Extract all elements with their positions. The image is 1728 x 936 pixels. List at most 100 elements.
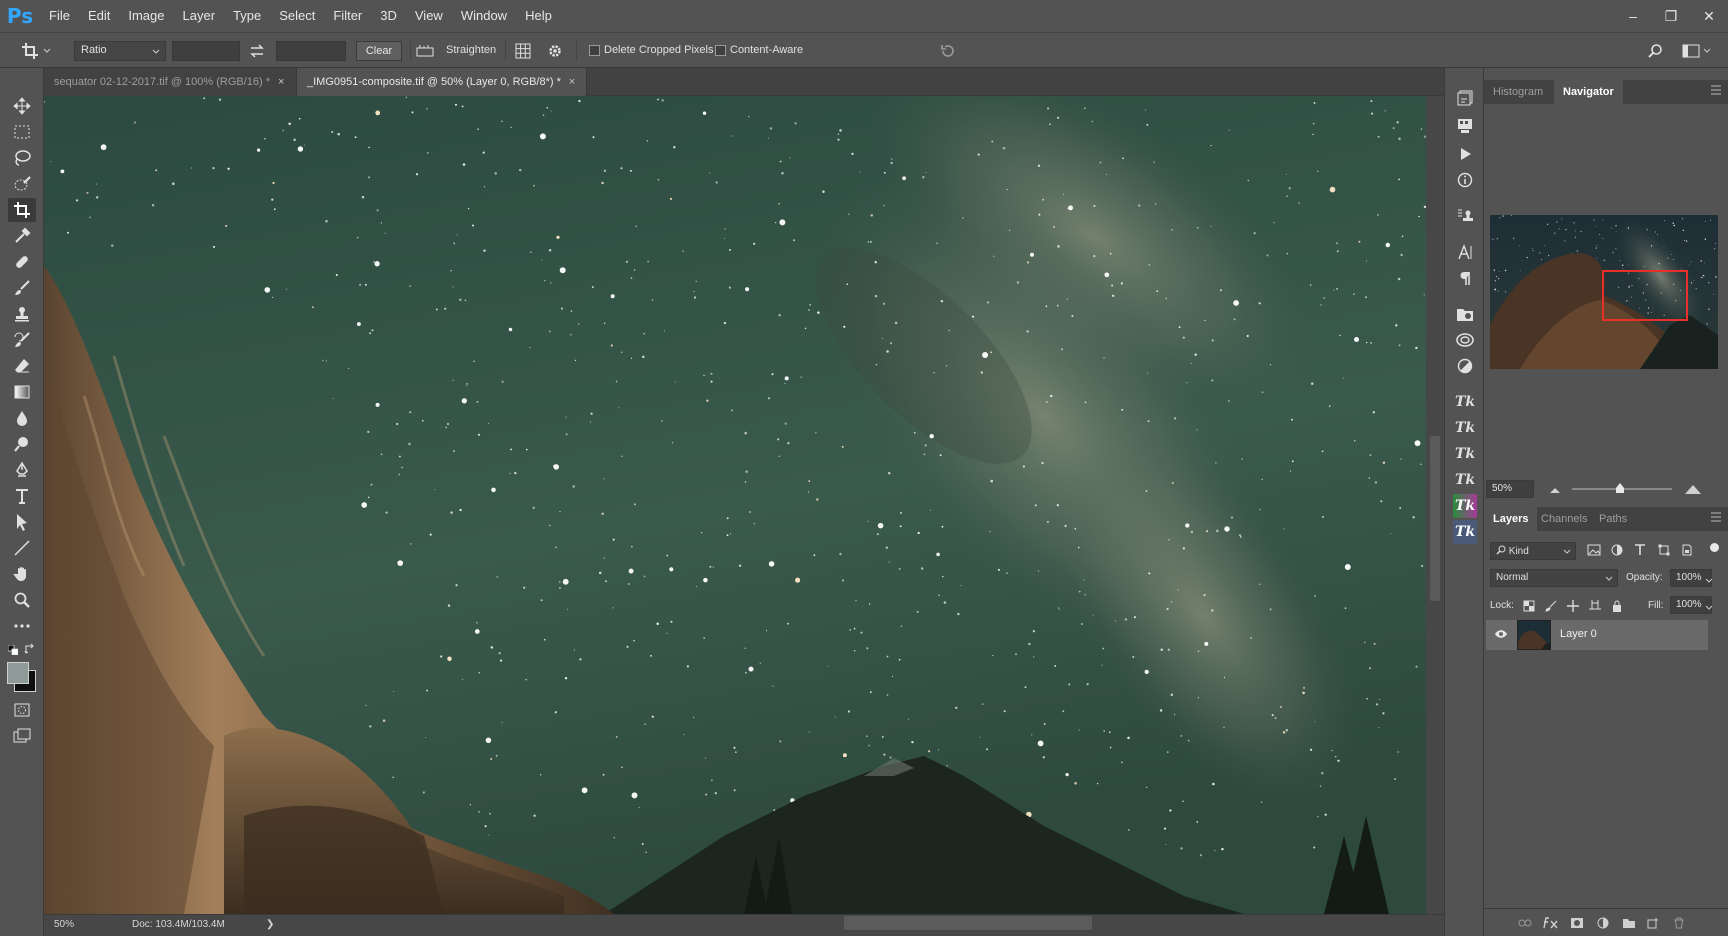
more-tools-icon[interactable]: [8, 614, 36, 638]
line-tool-icon[interactable]: [8, 536, 36, 560]
swatches-icon[interactable]: [1453, 114, 1477, 138]
link-layers-icon[interactable]: [1516, 915, 1534, 931]
hand-tool-icon[interactable]: [8, 562, 36, 586]
filter-adjustment-layer-icon[interactable]: [1611, 544, 1623, 559]
chevron-down-icon[interactable]: [1705, 573, 1713, 587]
clear-button[interactable]: Clear: [356, 41, 402, 61]
move-tool-icon[interactable]: [8, 94, 36, 118]
history-brush-tool-icon[interactable]: [8, 328, 36, 352]
close-button[interactable]: ✕: [1690, 0, 1728, 32]
filter-type-layer-icon[interactable]: [1634, 544, 1646, 559]
filter-smart-object-icon[interactable]: [1681, 544, 1693, 559]
navigator-zoom-handle[interactable]: [1615, 482, 1625, 494]
menu-file[interactable]: File: [40, 0, 79, 32]
menu-type[interactable]: Type: [224, 0, 270, 32]
tab-paths[interactable]: Paths: [1590, 507, 1636, 531]
screen-mode-icon[interactable]: [8, 724, 36, 748]
layer-name[interactable]: Layer 0: [1560, 628, 1597, 640]
chevron-down-icon[interactable]: [1705, 600, 1713, 614]
filter-shape-layer-icon[interactable]: [1658, 544, 1670, 559]
blur-tool-icon[interactable]: [8, 406, 36, 430]
tk-panel-icon-4[interactable]: Tk: [1453, 468, 1477, 492]
search-icon[interactable]: [1644, 41, 1666, 61]
pen-tool-icon[interactable]: [8, 458, 36, 482]
info-icon[interactable]: [1453, 168, 1477, 192]
marquee-tool-icon[interactable]: [8, 120, 36, 144]
dodge-tool-icon[interactable]: [8, 432, 36, 456]
menu-image[interactable]: Image: [119, 0, 173, 32]
tk-panel-icon-1[interactable]: Tk: [1453, 390, 1477, 414]
clone-source-icon[interactable]: [1453, 204, 1477, 228]
paragraph-icon[interactable]: [1453, 266, 1477, 290]
swap-icon[interactable]: [246, 41, 268, 61]
width-input[interactable]: [172, 41, 240, 61]
filter-toggle-icon[interactable]: [1710, 543, 1719, 552]
overlay-grid-icon[interactable]: [512, 41, 534, 61]
minimize-button[interactable]: –: [1614, 0, 1652, 32]
character-icon[interactable]: [1453, 240, 1477, 264]
straighten-icon[interactable]: [414, 41, 436, 61]
new-group-icon[interactable]: [1620, 915, 1638, 931]
delete-layer-icon[interactable]: [1670, 915, 1688, 931]
reset-icon[interactable]: [937, 41, 959, 61]
tk-panel-icon-6[interactable]: Tk: [1453, 520, 1477, 544]
zoom-in-icon[interactable]: [1684, 482, 1702, 499]
actions-play-icon[interactable]: [1453, 142, 1477, 166]
menu-help[interactable]: Help: [516, 0, 561, 32]
menu-filter[interactable]: Filter: [324, 0, 371, 32]
quick-selection-tool-icon[interactable]: [8, 172, 36, 196]
tab-close-icon[interactable]: ×: [278, 76, 284, 88]
gradient-tool-icon[interactable]: [8, 380, 36, 404]
adjustments-icon[interactable]: [1453, 354, 1477, 378]
zoom-level[interactable]: 50%: [54, 919, 74, 930]
blend-mode-select[interactable]: Normal: [1490, 569, 1618, 587]
tab-layers[interactable]: Layers: [1484, 507, 1538, 531]
crop-tool-icon[interactable]: [8, 198, 36, 222]
ratio-select[interactable]: Ratio: [74, 41, 166, 61]
layer-filter-kind-select[interactable]: Kind: [1490, 542, 1576, 560]
foreground-color-swatch[interactable]: [7, 662, 29, 684]
tab-channels[interactable]: Channels: [1532, 507, 1596, 531]
swap-colors-icon[interactable]: [24, 643, 36, 655]
canvas[interactable]: [44, 96, 1426, 914]
tk-panel-icon-3[interactable]: Tk: [1453, 442, 1477, 466]
menu-view[interactable]: View: [406, 0, 452, 32]
tab-histogram[interactable]: Histogram: [1484, 80, 1552, 104]
horizontal-scroll-thumb[interactable]: [844, 916, 1092, 930]
tab-img0951-composite[interactable]: _IMG0951-composite.tif @ 50% (Layer 0, R…: [297, 68, 587, 96]
status-menu-arrow[interactable]: ❯: [266, 919, 274, 930]
menu-select[interactable]: Select: [270, 0, 324, 32]
navigator-thumbnail[interactable]: [1490, 215, 1718, 369]
layer-row[interactable]: Layer 0: [1486, 620, 1708, 650]
crop-tool-preset-icon[interactable]: [20, 41, 42, 61]
vertical-scroll-thumb[interactable]: [1430, 436, 1440, 601]
type-tool-icon[interactable]: [8, 484, 36, 508]
new-layer-icon[interactable]: [1644, 915, 1662, 931]
panel-menu-icon[interactable]: [1710, 511, 1722, 525]
history-icon[interactable]: [1453, 86, 1477, 110]
clone-stamp-tool-icon[interactable]: [8, 302, 36, 326]
height-input[interactable]: [276, 41, 346, 61]
lock-all-icon[interactable]: [1609, 598, 1625, 614]
tab-close-icon[interactable]: ×: [569, 76, 575, 88]
tab-navigator[interactable]: Navigator: [1554, 80, 1623, 104]
quick-mask-icon[interactable]: [8, 698, 36, 722]
content-aware-checkbox[interactable]: [715, 45, 726, 56]
zoom-out-icon[interactable]: [1548, 484, 1562, 498]
menu-window[interactable]: Window: [452, 0, 516, 32]
navigator-zoom-field[interactable]: 50%: [1486, 480, 1534, 498]
navigator-view-box[interactable]: [1602, 270, 1688, 321]
lasso-tool-icon[interactable]: [8, 146, 36, 170]
layer-style-fx-icon[interactable]: [1542, 915, 1560, 931]
lock-position-icon[interactable]: [1565, 598, 1581, 614]
tk-panel-icon-5[interactable]: Tk: [1453, 494, 1477, 518]
eyedropper-tool-icon[interactable]: [8, 224, 36, 248]
chevron-down-icon[interactable]: [1700, 41, 1714, 61]
eye-icon[interactable]: [1494, 628, 1508, 642]
menu-3d[interactable]: 3D: [371, 0, 406, 32]
healing-brush-tool-icon[interactable]: [8, 250, 36, 274]
tab-sequator[interactable]: sequator 02-12-2017.tif @ 100% (RGB/16) …: [44, 68, 297, 96]
chevron-down-icon[interactable]: [40, 41, 54, 61]
workspace-icon[interactable]: [1680, 41, 1702, 61]
new-adjustment-layer-icon[interactable]: [1594, 915, 1612, 931]
